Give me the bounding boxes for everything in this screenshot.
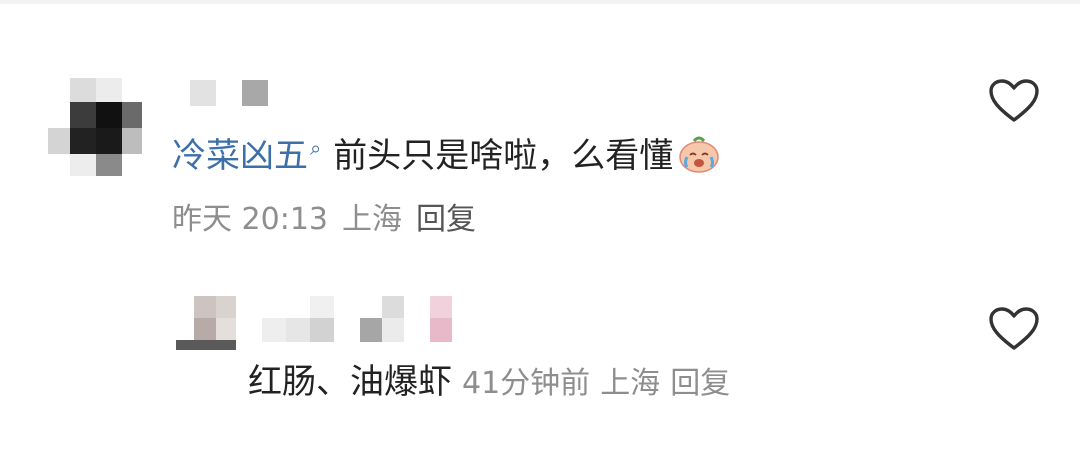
reply-location: 上海 [600, 366, 661, 401]
reply-button-2[interactable]: 回复 [670, 366, 730, 401]
reply-timestamp: 41分钟前 [462, 366, 591, 401]
username[interactable] [190, 80, 270, 106]
reply-text: 红肠、油爆虾 [248, 362, 452, 402]
heart-icon [989, 307, 1039, 350]
top-divider [0, 0, 1080, 4]
timestamp: 昨天 20:13 [172, 202, 328, 237]
mention-link[interactable]: 冷菜凶五 [172, 136, 308, 176]
reply-button[interactable]: 回复 [416, 202, 476, 237]
reply-like-button[interactable] [986, 304, 1042, 354]
search-icon: ⌕ [310, 136, 322, 160]
location: 上海 [342, 202, 402, 237]
crying-face-emoji [679, 136, 719, 173]
comment-text-row: 冷菜凶五 ⌕ 前头只是啥啦，么看懂 [172, 133, 721, 182]
heart-icon [989, 79, 1039, 122]
avatar[interactable] [48, 78, 148, 178]
comment-meta: 昨天 20:13 上海 回复 [172, 200, 476, 240]
comment-text: 前头只是啥啦，么看懂 [333, 136, 674, 176]
like-button[interactable] [986, 76, 1042, 126]
reply-avatar[interactable] [176, 296, 240, 354]
reply-username[interactable] [262, 296, 462, 342]
reply-text-row: 红肠、油爆虾 41分钟前 上海 回复 [248, 360, 730, 406]
